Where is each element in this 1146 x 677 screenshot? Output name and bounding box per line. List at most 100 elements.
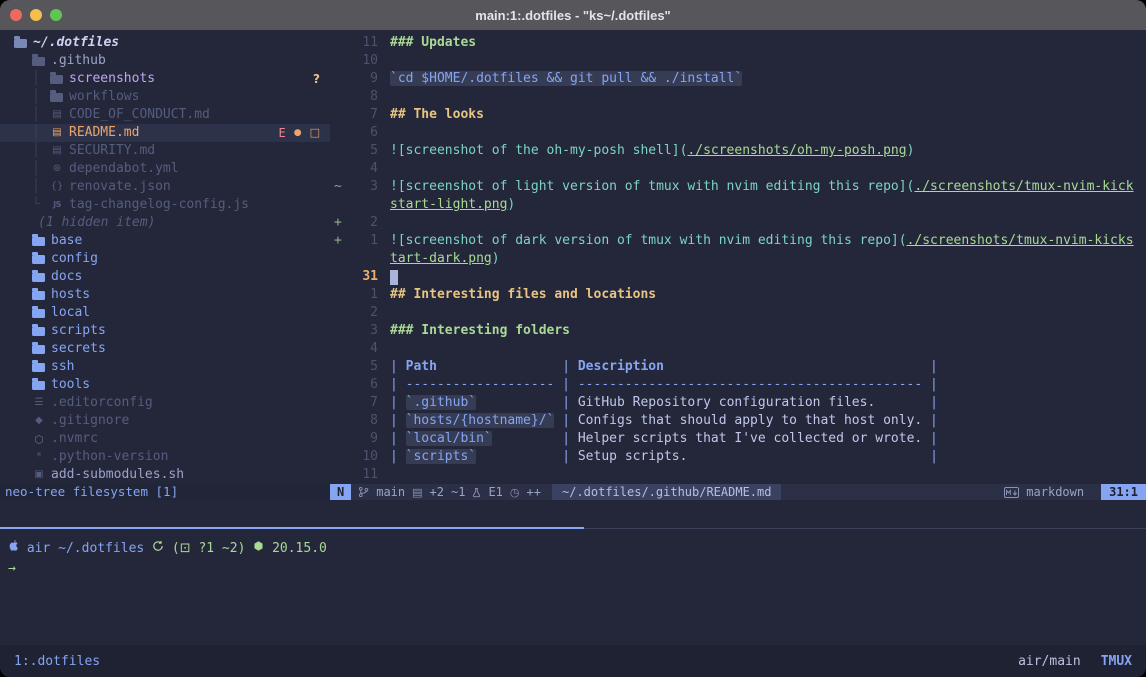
tree-item-label: secrets <box>51 340 106 358</box>
tree-item[interactable]: └JStag-changelog-config.js <box>0 196 330 214</box>
markdown-icon <box>1004 487 1019 498</box>
tree-item-label: renovate.json <box>69 178 171 196</box>
gitsign <box>330 52 348 70</box>
editor-line[interactable]: 9`cd $HOME/.dotfiles && git pull && ./in… <box>330 70 1146 88</box>
tree-item[interactable]: ◆.gitignore <box>0 412 330 430</box>
tree-item[interactable]: ☰.editorconfig <box>0 394 330 412</box>
tree-item[interactable]: (1 hidden item) <box>0 214 330 232</box>
zoom-button[interactable] <box>50 9 62 21</box>
prompt-continuation-line[interactable]: → <box>8 559 1146 579</box>
editor-line[interactable]: +2 <box>330 214 1146 232</box>
filetype-label: markdown <box>1026 485 1084 499</box>
editor-line[interactable]: ~3![screenshot of light version of tmux … <box>330 178 1146 196</box>
editor-line[interactable]: 8 <box>330 88 1146 106</box>
tree-item[interactable]: *.python-version <box>0 448 330 466</box>
tree-item[interactable]: ~/.dotfiles <box>0 34 330 52</box>
tree-item[interactable]: │{}renovate.json <box>0 178 330 196</box>
tree-item[interactable]: config <box>0 250 330 268</box>
tree-guide: │ <box>32 160 50 178</box>
minimize-button[interactable] <box>30 9 42 21</box>
file-path: ~/.dotfiles/.github/README.md <box>552 484 782 500</box>
prompt-host: air <box>27 541 50 556</box>
tree-item[interactable]: │⊛dependabot.yml <box>0 160 330 178</box>
gitsign: + <box>330 232 348 250</box>
gitsign <box>330 160 348 178</box>
neo-tree-source-label: neo-tree filesystem [1] <box>0 484 330 500</box>
gitsign <box>330 340 348 358</box>
doc-icon: ▤ <box>50 106 64 124</box>
editor-line[interactable]: tart-dark.png) <box>330 250 1146 268</box>
editor-line[interactable]: 5![screenshot of the oh-my-posh shell](.… <box>330 142 1146 160</box>
tree-item[interactable]: base <box>0 232 330 250</box>
editor-line[interactable]: start-light.png) <box>330 196 1146 214</box>
editor-line[interactable]: 10 <box>330 52 1146 70</box>
tree-item[interactable]: │▤SECURITY.md <box>0 142 330 160</box>
tree-item-label: ssh <box>51 358 74 376</box>
tree-item[interactable]: scripts <box>0 322 330 340</box>
line-text <box>378 52 390 70</box>
editor-line[interactable]: 11### Updates <box>330 34 1146 52</box>
tree-item-label: local <box>51 304 90 322</box>
cursor <box>390 270 398 285</box>
editor-line[interactable]: 6| ------------------- | ---------------… <box>330 376 1146 394</box>
statusline: N main ▤ +2 ~1 E1 ◷ ++ ~/.dotfiles/.gith… <box>330 484 1146 500</box>
editor-line[interactable]: 7| `.github` | GitHub Repository configu… <box>330 394 1146 412</box>
editor-line[interactable]: +1![screenshot of dark version of tmux w… <box>330 232 1146 250</box>
diff-added: +2 <box>430 485 444 499</box>
editor-line[interactable]: 4 <box>330 160 1146 178</box>
tree-guide: │ <box>32 124 50 142</box>
tmux-pane-shell[interactable]: air ~/.dotfiles (⊡ ?1 ~2) 20.15.0 → <box>0 529 1146 645</box>
tree-item[interactable]: tools <box>0 376 330 394</box>
gitsign: ~ <box>330 178 348 196</box>
editor-line[interactable]: 8| `hosts/{hostname}/` | Configs that sh… <box>330 412 1146 430</box>
tree-item-label: ~/.dotfiles <box>33 34 119 52</box>
editor-line[interactable]: 3### Interesting folders <box>330 322 1146 340</box>
line-text: tart-dark.png) <box>378 250 500 268</box>
tree-item[interactable]: │▤README.mdE●□ <box>0 124 330 142</box>
tree-item[interactable]: local <box>0 304 330 322</box>
tree-item[interactable]: docs <box>0 268 330 286</box>
line-text: | `local/bin` | Helper scripts that I've… <box>378 430 938 448</box>
diff-changed: ~1 <box>451 485 465 499</box>
gitsign <box>330 466 348 484</box>
tree-item[interactable]: ssh <box>0 358 330 376</box>
editor-line[interactable]: 5| Path | Description | <box>330 358 1146 376</box>
editor-line[interactable]: 31 <box>330 268 1146 286</box>
editor-line[interactable]: 6 <box>330 124 1146 142</box>
line-text <box>378 160 390 178</box>
editor-line[interactable]: 11 <box>330 466 1146 484</box>
tree-item[interactable]: │▤CODE_OF_CONDUCT.md <box>0 106 330 124</box>
tree-item[interactable]: secrets <box>0 340 330 358</box>
editor-pane: 11### Updates 10 9`cd $HOME/.dotfiles &&… <box>330 30 1146 500</box>
close-button[interactable] <box>10 9 22 21</box>
tree-item[interactable]: .nvmrc <box>0 430 330 448</box>
editor-line[interactable]: 1## Interesting files and locations <box>330 286 1146 304</box>
prompt-line: air ~/.dotfiles (⊡ ?1 ~2) 20.15.0 <box>8 539 1146 559</box>
editor-line[interactable]: 4 <box>330 340 1146 358</box>
line-text: ![screenshot of dark version of tmux wit… <box>378 232 1134 250</box>
apple-icon <box>8 539 19 552</box>
tree-item[interactable]: │workflows <box>0 88 330 106</box>
editor-buffer[interactable]: 11### Updates 10 9`cd $HOME/.dotfiles &&… <box>330 30 1146 484</box>
shell-prompt: air ~/.dotfiles (⊡ ?1 ~2) 20.15.0 → <box>0 529 1146 579</box>
tree-item[interactable]: │screenshots? <box>0 70 330 88</box>
tree-item[interactable]: .github <box>0 52 330 70</box>
gitsign <box>330 268 348 286</box>
tmux-window-item[interactable]: 1:.dotfiles <box>0 654 100 669</box>
tree-item[interactable]: ▣add-submodules.sh <box>0 466 330 484</box>
line-number: 4 <box>348 160 378 178</box>
gitsign <box>330 88 348 106</box>
tmux-status-bar: 1:.dotfiles air/main TMUX <box>0 645 1146 677</box>
editor-line[interactable]: 2 <box>330 304 1146 322</box>
badge: ● <box>294 124 302 142</box>
tree-item-label: (1 hidden item) <box>38 214 155 232</box>
tree-item-label: docs <box>51 268 82 286</box>
line-text: start-light.png) <box>378 196 515 214</box>
line-number: 2 <box>348 304 378 322</box>
node-icon <box>253 540 264 552</box>
line-number: 7 <box>348 106 378 124</box>
tree-item[interactable]: hosts <box>0 286 330 304</box>
editor-line[interactable]: 7## The looks <box>330 106 1146 124</box>
editor-line[interactable]: 10| `scripts` | Setup scripts. | <box>330 448 1146 466</box>
editor-line[interactable]: 9| `local/bin` | Helper scripts that I'v… <box>330 430 1146 448</box>
